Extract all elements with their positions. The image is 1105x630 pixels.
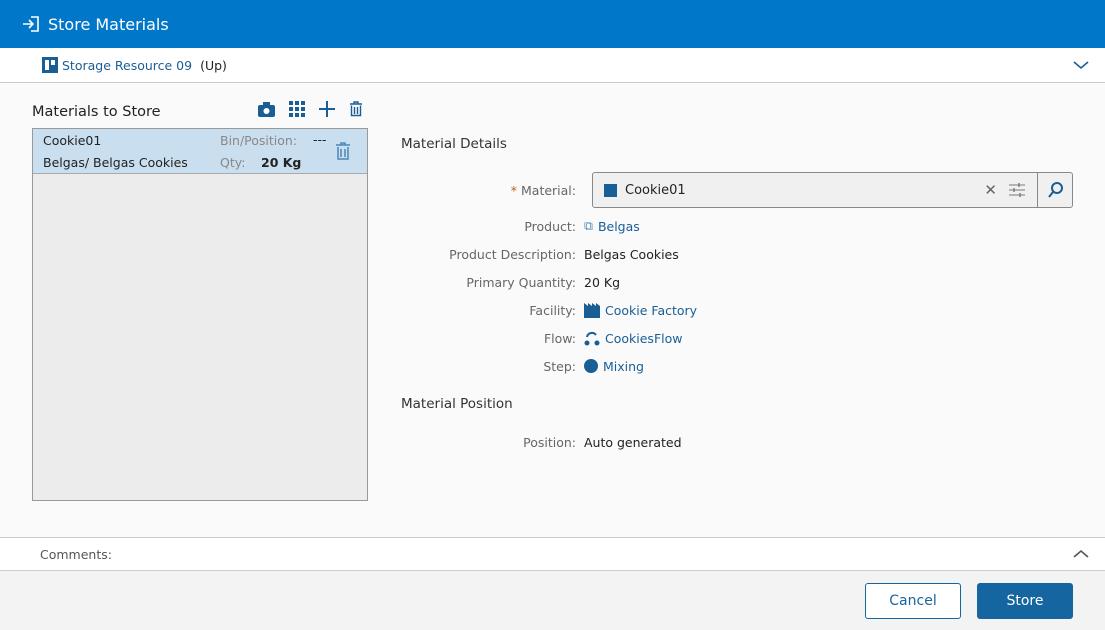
factory-icon	[584, 303, 600, 318]
bin-label: Bin/Position:	[220, 133, 298, 148]
store-icon	[23, 16, 39, 32]
material-details-title: Material Details	[401, 136, 507, 152]
comments-label: Comments:	[40, 546, 112, 562]
filter-icon[interactable]	[1009, 183, 1025, 197]
camera-icon[interactable]	[258, 101, 275, 117]
resource-icon	[42, 57, 58, 73]
comments-bar[interactable]: Comments:	[0, 537, 1105, 571]
flow-icon	[584, 331, 600, 346]
description-value: Belgas Cookies	[584, 246, 679, 262]
item-name: Cookie01	[43, 133, 102, 148]
material-value: Cookie01	[625, 182, 686, 198]
description-label: Product Description:	[449, 246, 576, 262]
trash-icon[interactable]	[349, 101, 363, 117]
resource-name[interactable]: Storage Resource 09	[62, 58, 192, 73]
product-label: Product:	[524, 218, 576, 234]
facility-label: Facility:	[529, 302, 576, 318]
step-icon	[584, 359, 598, 373]
cancel-button[interactable]: Cancel	[865, 583, 961, 619]
position-value: Auto generated	[584, 434, 682, 450]
resource-state: (Up)	[200, 57, 227, 73]
flow-label: Flow:	[543, 330, 576, 346]
materials-list-title: Materials to Store	[32, 104, 161, 120]
chevron-up-icon[interactable]	[1073, 549, 1089, 559]
list-toolbar	[258, 101, 363, 117]
product-icon: ⧉	[584, 218, 593, 233]
add-icon[interactable]	[319, 101, 335, 117]
position-label: Position:	[523, 434, 576, 450]
store-button[interactable]: Store	[977, 583, 1073, 619]
facility-link[interactable]: Cookie Factory	[605, 303, 697, 318]
qty-value: 20 Kg	[261, 155, 302, 170]
item-product: Belgas/ Belgas Cookies	[43, 155, 188, 170]
chevron-down-icon[interactable]	[1073, 60, 1089, 70]
trash-icon[interactable]	[335, 142, 351, 160]
footer: Cancel Store	[0, 571, 1105, 630]
step-label: Step:	[543, 358, 576, 374]
title-bar: Store Materials	[0, 0, 1105, 48]
material-position-title: Material Position	[401, 396, 513, 412]
material-label: * Material:	[510, 182, 576, 198]
product-link[interactable]: Belgas	[598, 219, 640, 234]
clear-icon[interactable]: ✕	[984, 181, 997, 199]
resource-bar[interactable]: Storage Resource 09 (Up)	[0, 48, 1105, 83]
quantity-value: 20 Kg	[584, 274, 621, 290]
qty-label: Qty:	[220, 155, 246, 170]
materials-list: Cookie01 Belgas/ Belgas Cookies Bin/Posi…	[32, 128, 368, 501]
quantity-label: Primary Quantity:	[466, 274, 576, 290]
step-link[interactable]: Mixing	[603, 359, 644, 374]
search-icon[interactable]	[1038, 181, 1072, 199]
grid-icon[interactable]	[289, 101, 305, 117]
list-item[interactable]: Cookie01 Belgas/ Belgas Cookies Bin/Posi…	[33, 129, 367, 174]
flow-link[interactable]: CookiesFlow	[605, 331, 682, 346]
material-input[interactable]: Cookie01 ✕	[592, 172, 1073, 208]
page-title: Store Materials	[48, 14, 169, 34]
bin-value: ---	[313, 132, 327, 147]
material-icon	[604, 183, 617, 197]
